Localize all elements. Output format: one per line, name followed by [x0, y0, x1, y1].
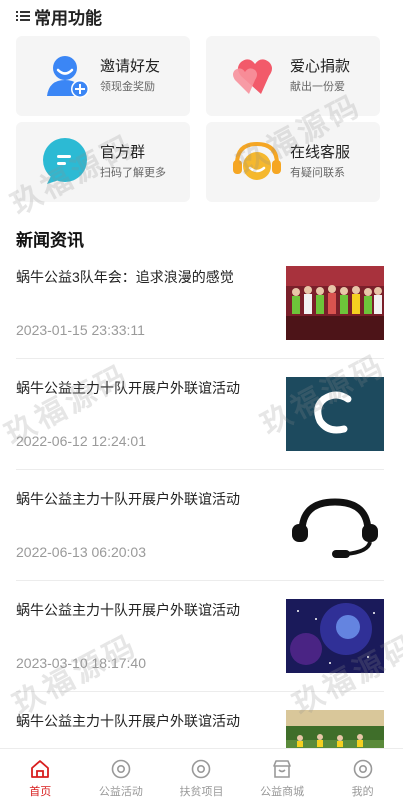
hearts-icon — [231, 50, 283, 102]
circle-icon — [110, 758, 132, 780]
customer-service-card[interactable]: 在线客服 有疑问联系 — [206, 122, 380, 202]
common-functions-header: 常用功能 — [16, 4, 102, 28]
tab-mine[interactable]: 我的 — [322, 749, 403, 798]
news-date: 2022-06-13 06:20:03 — [16, 544, 146, 560]
news-thumbnail — [286, 488, 384, 562]
news-thumbnail — [286, 266, 384, 340]
news-headline: 蜗牛公益主力十队开展户外联谊活动 — [16, 491, 240, 507]
function-subtitle: 领现金奖励 — [100, 81, 155, 93]
tab-label: 公益商城 — [260, 786, 305, 798]
tab-label: 我的 — [351, 786, 374, 798]
news-thumbnail — [286, 377, 384, 451]
official-group-card[interactable]: 官方群 扫码了解更多 — [16, 122, 190, 202]
news-list: 蜗牛公益3队年会：追求浪漫的感觉 2023-01-15 23:33:11 蜗牛公… — [16, 248, 384, 798]
tab-label: 扶贫项目 — [179, 786, 224, 798]
headset-icon — [231, 136, 283, 188]
news-item[interactable]: 蜗牛公益主力十队开展户外联谊活动 2022-06-12 12:24:01 — [16, 359, 384, 470]
tab-home[interactable]: 首页 — [0, 749, 81, 798]
function-name: 官方群 — [100, 144, 146, 161]
function-subtitle: 献出一份爱 — [290, 81, 345, 93]
tab-poverty-projects[interactable]: 扶贫项目 — [161, 749, 242, 798]
tab-charity-activities[interactable]: 公益活动 — [81, 749, 162, 798]
news-headline: 蜗牛公益3队年会：追求浪漫的感觉 — [16, 269, 234, 285]
news-date: 2023-03-10 18:17:40 — [16, 655, 146, 671]
section-title: 常用功能 — [34, 8, 102, 28]
donate-card[interactable]: 爱心捐款 献出一份爱 — [206, 36, 380, 116]
news-item[interactable]: 蜗牛公益主力十队开展户外联谊活动 2022-06-13 06:20:03 — [16, 470, 384, 581]
function-name: 在线客服 — [290, 144, 351, 161]
news-item[interactable]: 蜗牛公益3队年会：追求浪漫的感觉 2023-01-15 23:33:11 — [16, 248, 384, 359]
shop-icon — [271, 758, 293, 780]
news-date: 2022-06-12 12:24:01 — [16, 433, 146, 449]
invite-friends-card[interactable]: 邀请好友 领现金奖励 — [16, 36, 190, 116]
bottom-tab-bar: 首页 公益活动 扶贫项目 公益商城 我的 — [0, 748, 403, 798]
function-name: 邀请好友 — [100, 58, 161, 75]
news-headline: 蜗牛公益主力十队开展户外联谊活动 — [16, 713, 240, 729]
chat-bubble-icon — [41, 136, 93, 188]
news-thumbnail — [286, 599, 384, 673]
function-subtitle: 有疑问联系 — [290, 167, 345, 179]
invite-user-icon — [41, 50, 93, 102]
list-icon — [16, 9, 30, 23]
tab-charity-mall[interactable]: 公益商城 — [242, 749, 323, 798]
function-name: 爱心捐款 — [290, 58, 351, 75]
tab-label: 首页 — [29, 786, 52, 798]
tab-label: 公益活动 — [98, 786, 143, 798]
news-item[interactable]: 蜗牛公益主力十队开展户外联谊活动 2023-03-10 18:17:40 — [16, 581, 384, 692]
function-grid: 邀请好友 领现金奖励 爱心捐款 献出一份爱 官方群 扫码了解更多 在线客服 有疑… — [16, 36, 384, 202]
home-icon — [29, 758, 51, 780]
news-headline: 蜗牛公益主力十队开展户外联谊活动 — [16, 380, 240, 396]
news-headline: 蜗牛公益主力十队开展户外联谊活动 — [16, 602, 240, 618]
circle-icon — [190, 758, 212, 780]
function-subtitle: 扫码了解更多 — [100, 167, 166, 179]
circle-icon — [352, 758, 374, 780]
news-date: 2023-01-15 23:33:11 — [16, 322, 145, 338]
